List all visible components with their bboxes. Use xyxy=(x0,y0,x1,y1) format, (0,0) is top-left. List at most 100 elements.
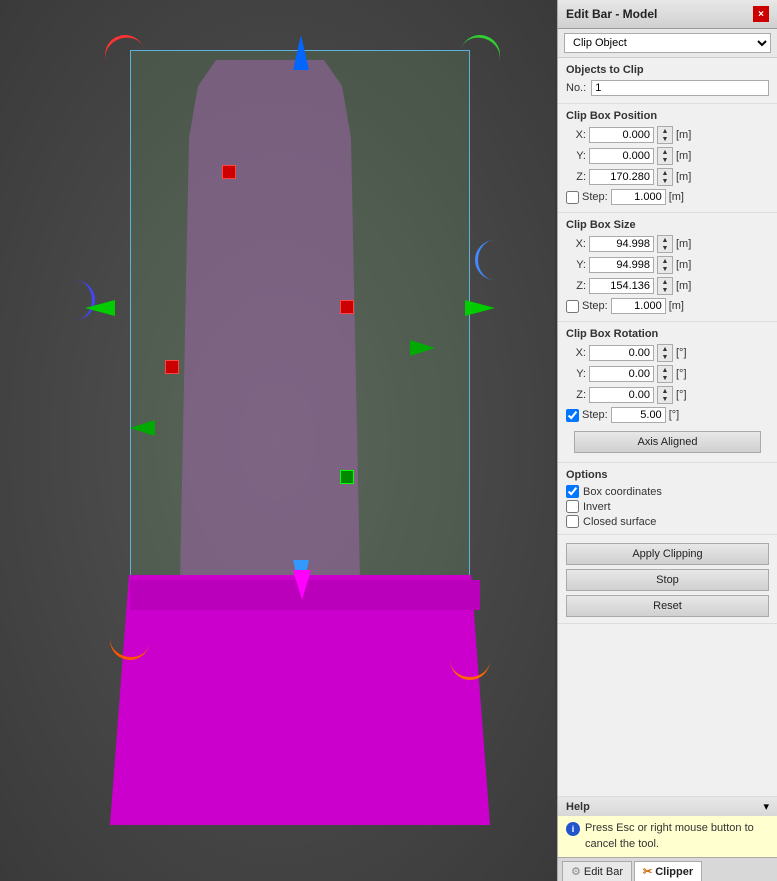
axis-aligned-row: Axis Aligned xyxy=(566,426,769,458)
invert-row: Invert xyxy=(566,500,769,513)
position-step-input[interactable] xyxy=(611,189,666,205)
size-x-down[interactable]: ▼ xyxy=(658,244,672,252)
clip-box-rotation-title: Clip Box Rotation xyxy=(566,328,769,340)
box-coordinates-row: Box coordinates xyxy=(566,485,769,498)
rotation-y-label: Y: xyxy=(566,368,586,380)
position-z-down[interactable]: ▼ xyxy=(658,177,672,185)
size-step-label: Step: xyxy=(582,300,608,312)
size-y-label: Y: xyxy=(566,259,586,271)
position-step-checkbox[interactable] xyxy=(566,191,579,204)
arrow-up[interactable] xyxy=(293,35,309,70)
size-x-input[interactable] xyxy=(589,236,654,252)
rotation-step-checkbox[interactable] xyxy=(566,409,579,422)
rotation-y-up[interactable]: ▲ xyxy=(658,366,672,374)
size-step-input[interactable] xyxy=(611,298,666,314)
closed-surface-checkbox[interactable] xyxy=(566,515,579,528)
position-y-up[interactable]: ▲ xyxy=(658,148,672,156)
rotation-z-label: Z: xyxy=(566,389,586,401)
rotation-handle-right[interactable] xyxy=(475,240,515,280)
position-y-unit: [m] xyxy=(676,150,691,162)
arrow-left[interactable] xyxy=(85,300,115,316)
rotation-y-input[interactable] xyxy=(589,366,654,382)
rotation-y-down[interactable]: ▼ xyxy=(658,374,672,382)
handle-red-3[interactable] xyxy=(165,360,179,374)
rotation-x-spinner: ▲ ▼ xyxy=(657,344,673,362)
tab-edit-bar-label: Edit Bar xyxy=(584,866,623,878)
rotation-step-label: Step: xyxy=(582,409,608,421)
invert-checkbox[interactable] xyxy=(566,500,579,513)
reset-button[interactable]: Reset xyxy=(566,595,769,617)
position-x-input[interactable] xyxy=(589,127,654,143)
handle-red-1[interactable] xyxy=(222,165,236,179)
rotation-x-unit: [°] xyxy=(676,347,687,359)
position-step-unit: [m] xyxy=(669,191,684,203)
objects-to-clip-title: Objects to Clip xyxy=(566,64,769,76)
rotation-z-input[interactable] xyxy=(589,387,654,403)
size-z-input[interactable] xyxy=(589,278,654,294)
no-input[interactable] xyxy=(591,80,769,96)
position-x-label: X: xyxy=(566,129,586,141)
axis-aligned-button[interactable]: Axis Aligned xyxy=(574,431,761,453)
clipper-icon: ✂ xyxy=(643,865,652,878)
arrow-right[interactable] xyxy=(465,300,495,316)
panel-titlebar: Edit Bar - Model × xyxy=(558,0,777,29)
close-button[interactable]: × xyxy=(753,6,769,22)
rotation-z-unit: [°] xyxy=(676,389,687,401)
rotation-y-row: Y: ▲ ▼ [°] xyxy=(566,365,769,383)
position-y-spinner: ▲ ▼ xyxy=(657,147,673,165)
position-z-up[interactable]: ▲ xyxy=(658,169,672,177)
position-y-down[interactable]: ▼ xyxy=(658,156,672,164)
rotation-x-up[interactable]: ▲ xyxy=(658,345,672,353)
position-x-up[interactable]: ▲ xyxy=(658,127,672,135)
panel-title: Edit Bar - Model xyxy=(566,7,657,21)
size-y-input[interactable] xyxy=(589,257,654,273)
handle-red-2[interactable] xyxy=(340,300,354,314)
size-y-up[interactable]: ▲ xyxy=(658,257,672,265)
arrow-left2[interactable] xyxy=(130,420,155,436)
size-z-up[interactable]: ▲ xyxy=(658,278,672,286)
stop-button[interactable]: Stop xyxy=(566,569,769,591)
position-y-input[interactable] xyxy=(589,148,654,164)
help-header[interactable]: Help ▾ xyxy=(558,797,777,816)
size-y-unit: [m] xyxy=(676,259,691,271)
rotation-step-row: Step: [°] xyxy=(566,407,769,423)
rotation-y-unit: [°] xyxy=(676,368,687,380)
help-section: Help ▾ i Press Esc or right mouse button… xyxy=(558,796,777,857)
box-coordinates-checkbox[interactable] xyxy=(566,485,579,498)
statue-scene xyxy=(50,20,520,860)
rotation-x-input[interactable] xyxy=(589,345,654,361)
size-step-checkbox[interactable] xyxy=(566,300,579,313)
size-step-unit: [m] xyxy=(669,300,684,312)
position-x-down[interactable]: ▼ xyxy=(658,135,672,143)
rotation-z-up[interactable]: ▲ xyxy=(658,387,672,395)
help-body: i Press Esc or right mouse button to can… xyxy=(558,816,777,857)
arrow-right2[interactable] xyxy=(410,340,435,356)
rotation-handle-bottom-right[interactable] xyxy=(450,640,490,680)
statue-body xyxy=(180,60,360,580)
position-z-unit: [m] xyxy=(676,171,691,183)
rotation-x-label: X: xyxy=(566,347,586,359)
size-x-up[interactable]: ▲ xyxy=(658,236,672,244)
size-x-row: X: ▲ ▼ [m] xyxy=(566,235,769,253)
size-z-label: Z: xyxy=(566,280,586,292)
clip-object-dropdown[interactable]: Clip Object xyxy=(564,33,771,53)
no-objects-row: No.: xyxy=(566,80,769,96)
statue-base xyxy=(110,575,490,825)
rotation-x-down[interactable]: ▼ xyxy=(658,353,672,361)
tab-edit-bar[interactable]: ⚙ Edit Bar xyxy=(562,861,632,881)
tab-clipper-label: Clipper xyxy=(655,866,693,878)
tab-bar: ⚙ Edit Bar ✂ Clipper xyxy=(558,857,777,881)
position-z-input[interactable] xyxy=(589,169,654,185)
apply-clipping-button[interactable]: Apply Clipping xyxy=(566,543,769,565)
clip-object-row: Clip Object xyxy=(558,29,777,58)
handle-green-1[interactable] xyxy=(340,470,354,484)
size-z-down[interactable]: ▼ xyxy=(658,286,672,294)
size-y-down[interactable]: ▼ xyxy=(658,265,672,273)
tab-clipper[interactable]: ✂ Clipper xyxy=(634,861,702,881)
rotation-step-input[interactable] xyxy=(611,407,666,423)
help-info-icon: i xyxy=(566,822,580,836)
options-title: Options xyxy=(566,469,769,481)
rotation-z-down[interactable]: ▼ xyxy=(658,395,672,403)
viewport[interactable] xyxy=(0,0,555,881)
size-x-unit: [m] xyxy=(676,238,691,250)
